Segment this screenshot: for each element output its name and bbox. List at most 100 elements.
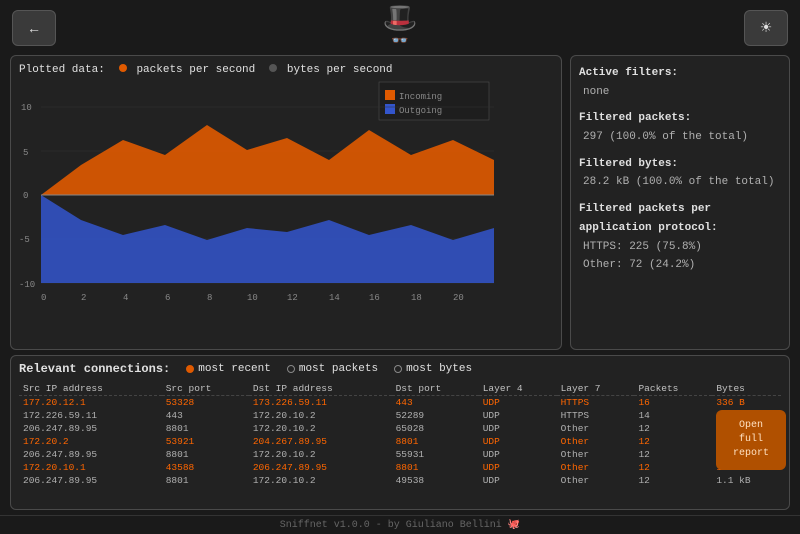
layer7-cell: Other — [557, 435, 635, 448]
layer4-cell: UDP — [479, 448, 557, 461]
svg-text:-5: -5 — [19, 235, 30, 245]
layer7-cell: Other — [557, 448, 635, 461]
active-filters-section: Active filters: none — [579, 64, 781, 101]
table-cell: 206.247.89.95 — [249, 461, 392, 474]
connections-table: Src IP addressSrc portDst IP addressDst … — [19, 382, 781, 487]
filter-label: most recent — [198, 363, 271, 375]
layer7-cell: HTTPS — [557, 409, 635, 422]
bytes-cell: 336 B — [712, 396, 781, 410]
table-cell: 53921 — [162, 435, 249, 448]
table-cell: 49538 — [392, 474, 479, 487]
layer4-cell: UDP — [479, 396, 557, 410]
footer: Sniffnet v1.0.0 - by Giuliano Bellini 🐙 — [0, 515, 800, 534]
packets-cell: 12 — [634, 435, 712, 448]
svg-text:Outgoing: Outgoing — [399, 106, 442, 116]
filter-option[interactable]: most bytes — [394, 363, 472, 375]
connections-panel: Relevant connections: most recent most pa… — [10, 355, 790, 510]
svg-text:0: 0 — [41, 293, 46, 303]
per-protocol-section: Filtered packets per application protoco… — [579, 200, 781, 275]
chart-container: Incoming Outgoing 10 5 0 -5 -10 0 2 4 — [19, 80, 553, 320]
series-1-label: packets per second — [119, 64, 255, 76]
svg-text:-10: -10 — [19, 280, 35, 290]
table-body: 177.20.12.153328173.226.59.11443UDPHTTPS… — [19, 396, 781, 488]
logo-hat: 🎩 — [383, 7, 418, 35]
table-cell: 8801 — [162, 474, 249, 487]
theme-button[interactable]: ☀ — [744, 10, 788, 46]
column-header: Dst IP address — [249, 382, 392, 396]
table-cell: 172.20.2 — [19, 435, 162, 448]
layer7-cell: Other — [557, 461, 635, 474]
connections-title: Relevant connections: — [19, 362, 170, 376]
radio-dot — [186, 365, 194, 373]
column-header: Dst port — [392, 382, 479, 396]
filter-label: most packets — [299, 363, 378, 375]
svg-text:6: 6 — [165, 293, 170, 303]
table-cell: 172.20.10.1 — [19, 461, 162, 474]
column-header: Src IP address — [19, 382, 162, 396]
filter-options: most recent most packets most bytes — [186, 363, 472, 375]
table-row: 206.247.89.958801172.20.10.255931UDPOthe… — [19, 448, 781, 461]
chart-panel: Plotted data: packets per second bytes p… — [10, 55, 562, 350]
filtered-bytes-value: 28.2 kB (100.0% of the total) — [579, 173, 781, 192]
table-row: 172.20.10.143588206.247.89.958801UDPOthe… — [19, 461, 781, 474]
svg-text:Incoming: Incoming — [399, 92, 442, 102]
table-cell: 443 — [162, 409, 249, 422]
packets-cell: 12 — [634, 448, 712, 461]
column-header: Layer 7 — [557, 382, 635, 396]
table-header: Src IP addressSrc portDst IP addressDst … — [19, 382, 781, 396]
packets-cell: 12 — [634, 474, 712, 487]
table-cell: 55931 — [392, 448, 479, 461]
table-cell: 8801 — [162, 448, 249, 461]
series-2-label: bytes per second — [269, 64, 392, 76]
table-cell: 172.20.10.2 — [249, 422, 392, 435]
filter-option[interactable]: most recent — [186, 363, 271, 375]
svg-text:14: 14 — [329, 293, 340, 303]
table-row: 206.247.89.958801172.20.10.265028UDPOthe… — [19, 422, 781, 435]
table-cell: 172.20.10.2 — [249, 409, 392, 422]
table-cell: 8801 — [162, 422, 249, 435]
series-2-dot — [269, 64, 277, 72]
table-cell: 8801 — [392, 461, 479, 474]
table-cell: 443 — [392, 396, 479, 410]
table-cell: 65028 — [392, 422, 479, 435]
open-report-label: Openfullreport — [733, 419, 769, 461]
table-row: 206.247.89.958801172.20.10.249538UDPOthe… — [19, 474, 781, 487]
footer-text: Sniffnet v1.0.0 - by Giuliano Bellini 🐙 — [280, 520, 521, 531]
table-cell: 177.20.12.1 — [19, 396, 162, 410]
column-header: Packets — [634, 382, 712, 396]
logo-face: 👓 — [391, 35, 408, 49]
protocol-rows: HTTPS: 225 (75.8%)Other: 72 (24.2%) — [579, 238, 781, 275]
table-cell: 52289 — [392, 409, 479, 422]
logo: 🎩 👓 — [383, 7, 418, 49]
table-cell: 172.226.59.11 — [19, 409, 162, 422]
table-cell: 53328 — [162, 396, 249, 410]
open-report-button[interactable]: Openfullreport — [716, 410, 786, 470]
filter-label: most bytes — [406, 363, 472, 375]
bytes-cell: 1.1 kB — [712, 474, 781, 487]
column-header: Bytes — [712, 382, 781, 396]
svg-text:5: 5 — [23, 148, 28, 158]
chart-svg: Incoming Outgoing 10 5 0 -5 -10 0 2 4 — [19, 80, 499, 308]
svg-text:8: 8 — [207, 293, 212, 303]
layer4-cell: UDP — [479, 422, 557, 435]
active-filters-value: none — [579, 83, 781, 102]
connections-header: Relevant connections: most recent most pa… — [19, 362, 781, 376]
filtered-bytes-section: Filtered bytes: 28.2 kB (100.0% of the t… — [579, 155, 781, 192]
radio-dot — [287, 365, 295, 373]
filtered-bytes-label: Filtered bytes: — [579, 155, 781, 174]
layer4-cell: UDP — [479, 435, 557, 448]
packets-cell: 12 — [634, 461, 712, 474]
svg-text:10: 10 — [247, 293, 258, 303]
layer4-cell: UDP — [479, 409, 557, 422]
svg-text:16: 16 — [369, 293, 380, 303]
table-cell: 173.226.59.11 — [249, 396, 392, 410]
table-cell: 204.267.89.95 — [249, 435, 392, 448]
back-button[interactable]: ← — [12, 10, 56, 46]
column-header: Layer 4 — [479, 382, 557, 396]
filtered-packets-section: Filtered packets: 297 (100.0% of the tot… — [579, 109, 781, 146]
table-cell: 172.20.10.2 — [249, 448, 392, 461]
packets-cell: 14 — [634, 409, 712, 422]
main-content: Plotted data: packets per second bytes p… — [0, 55, 800, 355]
plotted-data-header: Plotted data: packets per second bytes p… — [19, 64, 553, 76]
filter-option[interactable]: most packets — [287, 363, 378, 375]
